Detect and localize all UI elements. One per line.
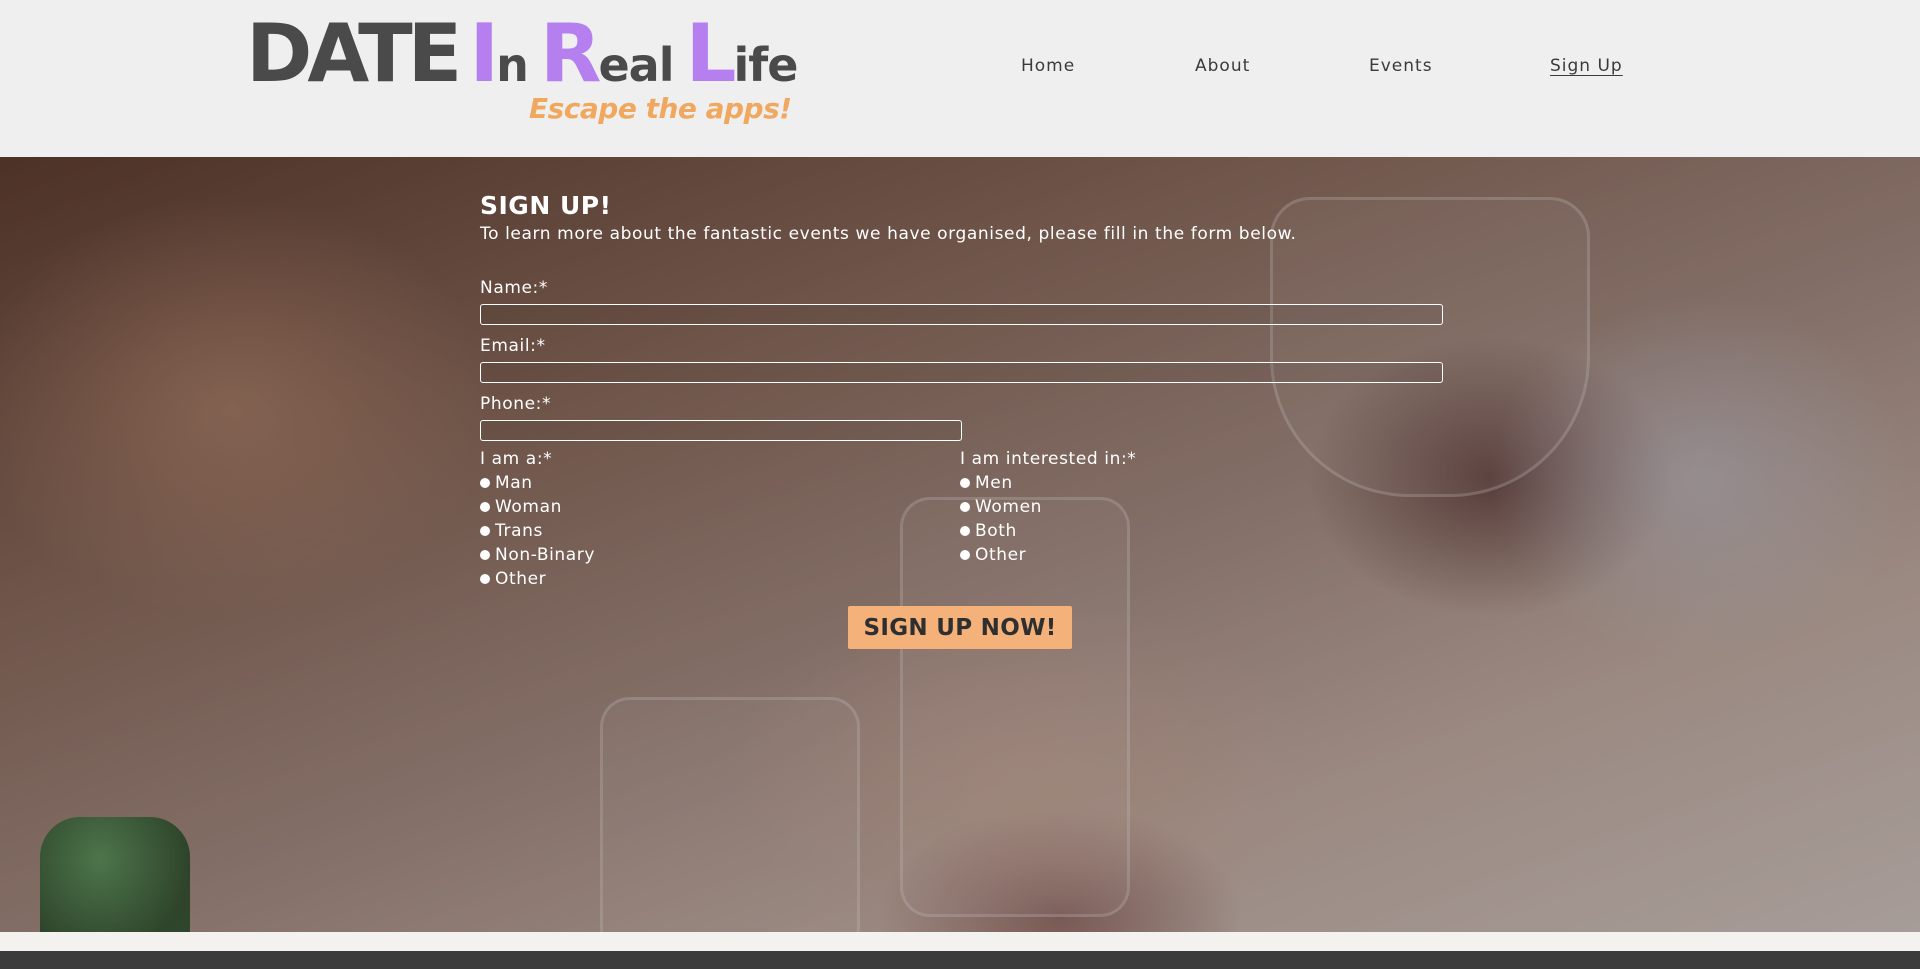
phone-label: Phone:* (480, 394, 552, 414)
phone-input[interactable] (480, 420, 962, 441)
logo-date: DATE (246, 7, 462, 100)
radio-label: Other (975, 545, 1027, 565)
interest-label: I am interested in:* (960, 449, 1137, 469)
radio-button[interactable] (960, 550, 970, 560)
logo-in-initial: I (469, 7, 499, 100)
radio-label: Non-Binary (495, 545, 596, 565)
nav-home-link[interactable]: Home (1021, 56, 1075, 80)
email-input[interactable] (480, 362, 1443, 383)
gender-option-woman[interactable]: Woman (480, 495, 595, 519)
site-header: DATE I n R eal L ife Escape the apps! Ho… (0, 0, 1920, 157)
radio-button[interactable] (480, 574, 490, 584)
radio-label: Both (975, 521, 1017, 541)
interest-option-both[interactable]: Both (960, 519, 1136, 543)
name-label: Name:* (480, 278, 548, 298)
radio-button[interactable] (480, 550, 490, 560)
radio-button[interactable] (480, 502, 490, 512)
interest-option-men[interactable]: Men (960, 471, 1136, 495)
radio-label: Other (495, 569, 547, 589)
form-intro: To learn more about the fantastic events… (480, 224, 1297, 244)
logo-real-initial: R (539, 7, 602, 100)
radio-label: Man (495, 473, 533, 493)
nav-about-link[interactable]: About (1195, 56, 1250, 80)
gender-label: I am a:* (480, 449, 553, 469)
gender-option-non-binary[interactable]: Non-Binary (480, 543, 595, 567)
logo-tagline: Escape the apps! (529, 92, 792, 125)
logo-life-initial: L (685, 7, 736, 100)
gender-radio-group: I am a:* Man Woman Trans Non-Binary Othe… (480, 447, 595, 591)
nav-events-link[interactable]: Events (1369, 56, 1433, 80)
sign-up-now-button[interactable]: SIGN UP NOW! (848, 606, 1072, 649)
interest-radio-group: I am interested in:* Men Women Both Othe… (960, 447, 1136, 567)
radio-label: Men (975, 473, 1013, 493)
site-footer (0, 951, 1920, 969)
email-label: Email:* (480, 336, 546, 356)
name-input[interactable] (480, 304, 1443, 325)
radio-button[interactable] (960, 478, 970, 488)
nav-signup-link[interactable]: Sign Up (1550, 56, 1623, 80)
radio-button[interactable] (960, 526, 970, 536)
interest-option-other[interactable]: Other (960, 543, 1136, 567)
radio-button[interactable] (960, 502, 970, 512)
footer-divider (0, 932, 1920, 951)
interest-option-women[interactable]: Women (960, 495, 1136, 519)
radio-label: Trans (495, 521, 543, 541)
gender-option-trans[interactable]: Trans (480, 519, 595, 543)
gender-option-man[interactable]: Man (480, 471, 595, 495)
radio-label: Woman (495, 497, 562, 517)
form-title: SIGN UP! (480, 191, 612, 220)
logo-in-rest: n (496, 38, 529, 92)
gender-option-other[interactable]: Other (480, 567, 595, 591)
hero-section: SIGN UP! To learn more about the fantast… (0, 157, 1920, 932)
radio-label: Women (975, 497, 1043, 517)
radio-button[interactable] (480, 478, 490, 488)
radio-button[interactable] (480, 526, 490, 536)
